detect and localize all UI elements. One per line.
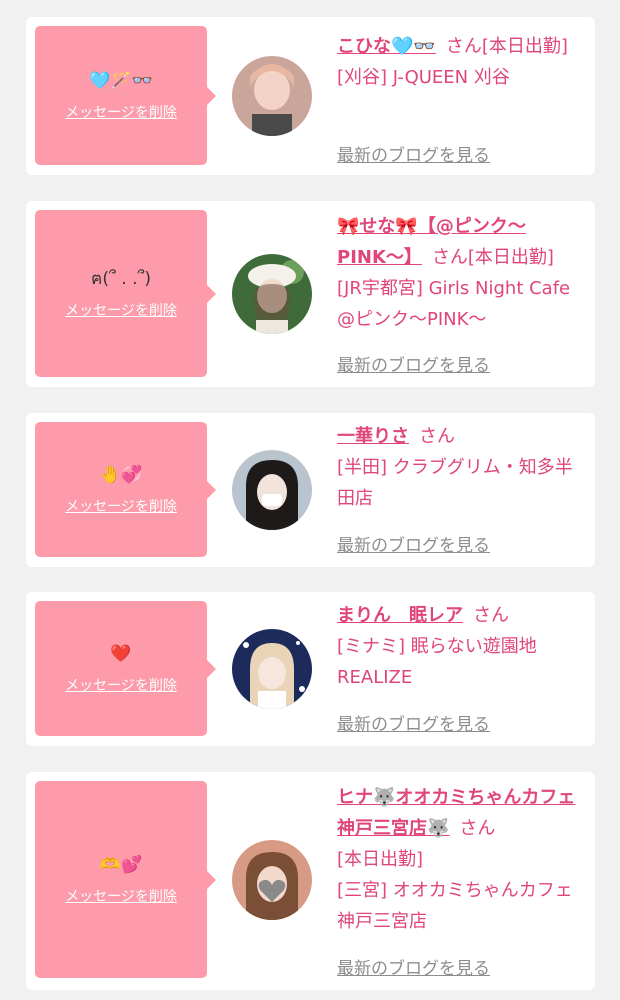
status-badge: [本日出勤] [481, 36, 568, 57]
person-photo-icon [232, 254, 312, 334]
avatar[interactable] [232, 629, 312, 709]
person-photo-icon [232, 629, 312, 709]
latest-blog-link[interactable]: 最新のブログを見る [337, 954, 490, 979]
honorific: さん [431, 247, 468, 268]
latest-blog-link[interactable]: 最新のブログを見る [337, 141, 490, 166]
person-photo-icon [232, 56, 312, 136]
list-item: 🤚💞 メッセージを削除 一華りさ さん [半田] クラブグリム・知多半田店 最新の… [26, 413, 595, 567]
cast-info: まりん 眠レア さん [ミナミ] 眠らない遊園地REALIZE [337, 600, 587, 693]
honorific: さん [445, 36, 482, 57]
latest-blog-link[interactable]: 最新のブログを見る [337, 531, 490, 556]
list-item: 🩵🪄👓 メッセージを削除 こひな🩵👓 さん[本日出勤] [刈谷] J-QUEEN … [26, 17, 595, 175]
status-badge: [本日出勤] [337, 849, 424, 870]
shop-name: [刈谷] J-QUEEN 刈谷 [337, 67, 510, 88]
avatar[interactable] [232, 56, 312, 136]
cast-name-link[interactable]: まりん 眠レア [337, 605, 463, 626]
honorific: さん [419, 426, 455, 447]
list-item: ❤️ メッセージを削除 まりん 眠レア さん [ミナミ] 眠らない遊園地REALI… [26, 592, 595, 746]
list-item: 🫶💕 メッセージを削除 ヒナ🐺オオカミちゃんカフェ神戸三宮店🐺 さん [本日出勤]… [26, 772, 595, 990]
message-bubble: 🫶💕 メッセージを削除 [35, 781, 216, 978]
shop-name: [JR宇都宮] Girls Night Cafe @ピンク〜PINK〜 [337, 278, 571, 330]
delete-message-button[interactable]: メッセージを削除 [65, 675, 177, 695]
message-text: 🤚💞 [99, 464, 143, 485]
message-list: 🩵🪄👓 メッセージを削除 こひな🩵👓 さん[本日出勤] [刈谷] J-QUEEN … [0, 0, 620, 1000]
latest-blog-link[interactable]: 最新のブログを見る [337, 351, 490, 376]
message-text: ❤️ [110, 643, 132, 664]
honorific: さん [459, 818, 496, 839]
cast-info: こひな🩵👓 さん[本日出勤] [刈谷] J-QUEEN 刈谷 [337, 31, 587, 93]
cast-info: 🎀せな🎀【@ピンク〜PINK〜】 さん[本日出勤] [JR宇都宮] Girls N… [337, 211, 587, 335]
cast-info: 一華りさ さん [半田] クラブグリム・知多半田店 [337, 421, 587, 514]
cast-info: ヒナ🐺オオカミちゃんカフェ神戸三宮店🐺 さん [本日出勤] [三宮] オオカミちゃ… [337, 782, 587, 937]
honorific: さん [473, 605, 509, 626]
message-text: 🫶💕 [99, 854, 143, 875]
delete-message-button[interactable]: メッセージを削除 [65, 300, 177, 320]
delete-message-button[interactable]: メッセージを削除 [65, 886, 177, 906]
message-bubble: ฅ(՞ . .՞) メッセージを削除 [35, 210, 216, 377]
delete-message-button[interactable]: メッセージを削除 [65, 496, 177, 516]
shop-name: [ミナミ] 眠らない遊園地REALIZE [337, 636, 537, 688]
status-badge: [本日出勤] [467, 247, 554, 268]
message-text: ฅ(՞ . .՞) [90, 268, 152, 289]
person-photo-icon [232, 840, 312, 920]
message-bubble: 🤚💞 メッセージを削除 [35, 422, 216, 557]
cast-name-link[interactable]: こひな🩵👓 [337, 36, 436, 57]
avatar[interactable] [232, 450, 312, 530]
avatar[interactable] [232, 254, 312, 334]
list-item: ฅ(՞ . .՞) メッセージを削除 🎀せな🎀【@ピンク〜PINK〜】 さん[本日… [26, 201, 595, 387]
message-text: 🩵🪄👓 [89, 70, 153, 91]
cast-name-link[interactable]: ヒナ🐺オオカミちゃんカフェ神戸三宮店🐺 [337, 787, 575, 839]
cast-name-link[interactable]: 一華りさ [337, 426, 409, 447]
delete-message-button[interactable]: メッセージを削除 [65, 102, 177, 122]
latest-blog-link[interactable]: 最新のブログを見る [337, 710, 490, 735]
avatar[interactable] [232, 840, 312, 920]
message-bubble: ❤️ メッセージを削除 [35, 601, 216, 736]
message-bubble: 🩵🪄👓 メッセージを削除 [35, 26, 216, 165]
shop-name: [三宮] オオカミちゃんカフェ神戸三宮店 [337, 880, 573, 932]
person-photo-icon [232, 450, 312, 530]
shop-name: [半田] クラブグリム・知多半田店 [337, 457, 573, 509]
